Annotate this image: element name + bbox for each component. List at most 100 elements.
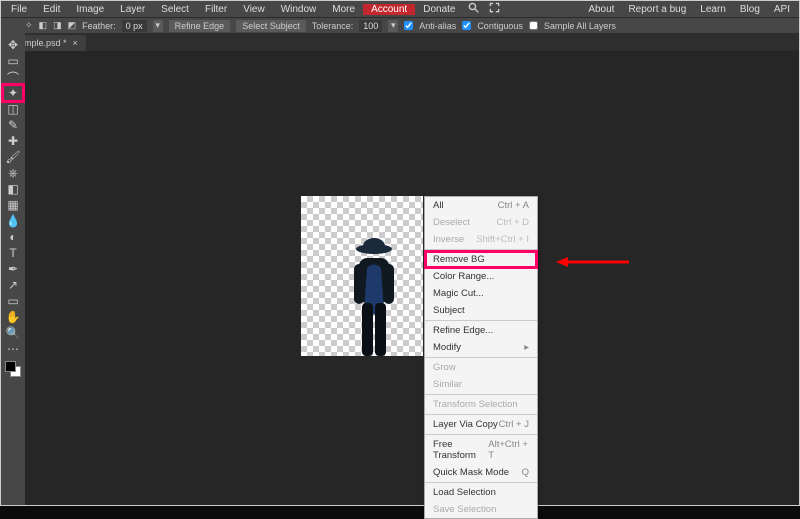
menu-account[interactable]: Account bbox=[363, 4, 415, 15]
sample-all-checkbox[interactable] bbox=[529, 21, 538, 30]
zoom-tool[interactable]: 🔍 bbox=[3, 325, 23, 341]
menu-item-label: Refine Edge... bbox=[433, 325, 493, 336]
menu-file[interactable]: File bbox=[3, 4, 35, 15]
menu-item-refine-edge[interactable]: Refine Edge... bbox=[425, 322, 537, 339]
feather-label: Feather: bbox=[82, 21, 116, 31]
move-tool[interactable]: ✥ bbox=[3, 37, 23, 53]
add-mode-icon[interactable]: ◧ bbox=[39, 20, 48, 31]
tolerance-label: Tolerance: bbox=[312, 21, 354, 31]
menu-item-label: Layer Via Copy bbox=[433, 419, 498, 430]
menu-item-label: Subject bbox=[433, 305, 465, 316]
menu-separator bbox=[425, 394, 537, 395]
menu-layer[interactable]: Layer bbox=[112, 4, 153, 15]
anti-alias-checkbox[interactable] bbox=[404, 21, 413, 30]
menu-item-shortcut: Shift+Ctrl + I bbox=[476, 234, 529, 245]
fullscreen-icon[interactable] bbox=[484, 2, 505, 16]
menu-item-shortcut: Ctrl + J bbox=[499, 419, 529, 430]
menu-select[interactable]: Select bbox=[153, 4, 197, 15]
close-tab-icon[interactable]: × bbox=[73, 38, 78, 48]
menu-separator bbox=[425, 249, 537, 250]
pen-tool[interactable]: ✒ bbox=[3, 261, 23, 277]
feather-dropdown[interactable]: ▾ bbox=[153, 20, 163, 32]
path-tool[interactable]: ↗ bbox=[3, 277, 23, 293]
feather-value[interactable]: 0 px bbox=[122, 20, 147, 32]
annotation-arrow bbox=[556, 255, 631, 269]
shape-tool[interactable]: ▭ bbox=[3, 293, 23, 309]
contiguous-checkbox[interactable] bbox=[462, 21, 471, 30]
eraser-tool[interactable]: ◧ bbox=[3, 181, 23, 197]
menu-item-color-range[interactable]: Color Range... bbox=[425, 268, 537, 285]
menu-item-layer-via-copy[interactable]: Layer Via CopyCtrl + J bbox=[425, 416, 537, 433]
search-icon[interactable] bbox=[463, 2, 484, 16]
brush-tool[interactable]: 🖌 bbox=[3, 149, 23, 165]
menu-item-remove-bg[interactable]: Remove BG bbox=[425, 251, 537, 268]
menu-item-save-selection: Save Selection bbox=[425, 501, 537, 518]
image-subject bbox=[339, 236, 409, 356]
context-menu: All Ctrl + A DeselectCtrl + D Inverse Shift+… bbox=[424, 196, 538, 519]
blur-tool[interactable]: 💧 bbox=[3, 213, 23, 229]
menu-item-subject[interactable]: Subject bbox=[425, 302, 537, 319]
canvas[interactable] bbox=[301, 196, 423, 356]
menu-item-free-transform[interactable]: Free TransformAlt+Ctrl + T bbox=[425, 436, 537, 464]
heal-tool[interactable]: ✚ bbox=[3, 133, 23, 149]
menu-more[interactable]: More bbox=[324, 4, 363, 15]
eyedropper-tool[interactable]: ✎ bbox=[3, 117, 23, 133]
menu-image[interactable]: Image bbox=[68, 4, 112, 15]
menu-item-modify[interactable]: Modify▸ bbox=[425, 339, 537, 356]
link-learn[interactable]: Learn bbox=[693, 4, 733, 15]
menubar: File Edit Image Layer Select Filter View… bbox=[1, 1, 799, 17]
menu-item-transform-selection: Transform Selection bbox=[425, 396, 537, 413]
crop-tool[interactable]: ◫ bbox=[3, 101, 23, 117]
menu-item-quick-mask-mode[interactable]: Quick Mask Mode Q bbox=[425, 464, 537, 481]
menu-item-grow: Grow bbox=[425, 359, 537, 376]
menu-separator bbox=[425, 414, 537, 415]
wand-icon: ✧ bbox=[25, 20, 33, 31]
link-blog[interactable]: Blog bbox=[733, 4, 767, 15]
menu-item-label: Modify bbox=[433, 342, 461, 353]
menu-window[interactable]: Window bbox=[273, 4, 325, 15]
menu-item-label: Quick Mask Mode bbox=[433, 467, 509, 478]
gradient-tool[interactable]: ▦ bbox=[3, 197, 23, 213]
menu-separator bbox=[425, 357, 537, 358]
menu-filter[interactable]: Filter bbox=[197, 4, 235, 15]
menu-item-similar: Similar bbox=[425, 376, 537, 393]
menu-separator bbox=[425, 434, 537, 435]
menu-item-magic-cut[interactable]: Magic Cut... bbox=[425, 285, 537, 302]
menu-item-load-selection[interactable]: Load Selection bbox=[425, 484, 537, 501]
sample-all-label: Sample All Layers bbox=[544, 21, 616, 31]
type-tool[interactable]: T bbox=[3, 245, 23, 261]
color-swatch[interactable] bbox=[5, 361, 21, 377]
link-about[interactable]: About bbox=[581, 4, 621, 15]
lasso-tool[interactable]: ⌒ bbox=[3, 69, 23, 85]
menu-item-label: Inverse bbox=[433, 234, 464, 245]
tolerance-value[interactable]: 100 bbox=[359, 20, 382, 32]
menu-separator bbox=[425, 482, 537, 483]
menu-item-label: Free Transform bbox=[433, 439, 488, 461]
document-tabs: Sample.psd * × bbox=[1, 33, 799, 51]
menu-item-label: Remove BG bbox=[433, 254, 485, 265]
menu-item-shortcut: Ctrl + A bbox=[498, 200, 529, 211]
tolerance-dropdown[interactable]: ▾ bbox=[388, 20, 398, 32]
menu-view[interactable]: View bbox=[235, 4, 273, 15]
menu-item-all[interactable]: All Ctrl + A bbox=[425, 197, 537, 214]
menu-item-shortcut: Q bbox=[522, 467, 529, 478]
magic-wand-tool[interactable]: ✦ bbox=[3, 85, 23, 101]
stamp-tool[interactable]: ⎈ bbox=[3, 165, 23, 181]
menu-separator bbox=[425, 320, 537, 321]
hand-tool[interactable]: ✋ bbox=[3, 309, 23, 325]
marquee-tool[interactable]: ▭ bbox=[3, 53, 23, 69]
dodge-tool[interactable]: ◐ bbox=[3, 229, 23, 245]
link-api[interactable]: API bbox=[767, 4, 797, 15]
intersect-mode-icon[interactable]: ◩ bbox=[68, 20, 77, 31]
menu-item-inverse: Inverse Shift+Ctrl + I bbox=[425, 231, 537, 248]
menu-item-label: All bbox=[433, 200, 444, 211]
more-tool[interactable]: ⋯ bbox=[3, 341, 23, 357]
menu-item-deselect: DeselectCtrl + D bbox=[425, 214, 537, 231]
select-subject-button[interactable]: Select Subject bbox=[236, 20, 306, 32]
menu-edit[interactable]: Edit bbox=[35, 4, 68, 15]
menu-donate[interactable]: Donate bbox=[415, 4, 463, 15]
link-report[interactable]: Report a bug bbox=[621, 4, 693, 15]
options-bar: ✧ ◧ ◨ ◩ Feather: 0 px ▾ Refine Edge Sele… bbox=[1, 17, 799, 33]
sub-mode-icon[interactable]: ◨ bbox=[53, 20, 62, 31]
refine-edge-button[interactable]: Refine Edge bbox=[169, 20, 231, 32]
